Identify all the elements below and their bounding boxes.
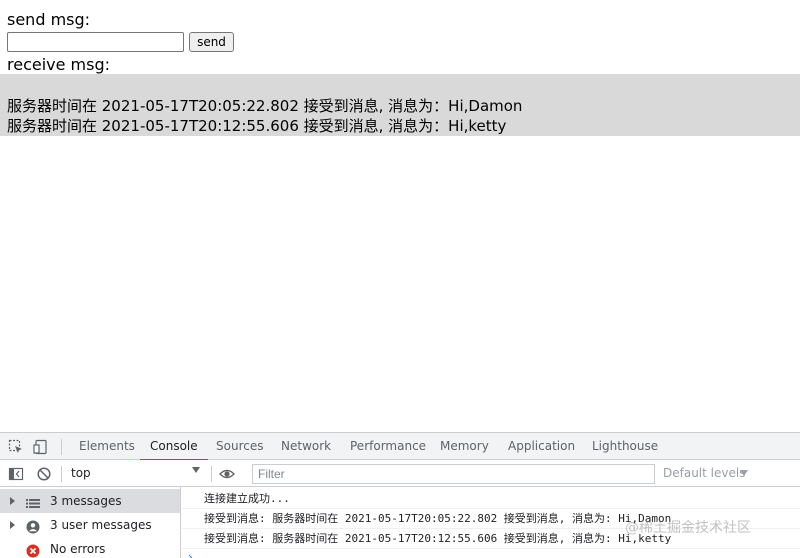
sidebar-item-user-messages[interactable]: 3 user messages	[0, 513, 180, 537]
chevron-down-icon	[192, 467, 200, 473]
toolbar-divider	[61, 439, 62, 455]
devtools-tabbar: Elements Console Sources Network Perform…	[0, 433, 800, 461]
received-message: 服务器时间在 2021-05-17T20:12:55.606 接受到消息, 消息…	[7, 117, 507, 135]
web-page: send msg: send receive msg: 服务器时间在 2021-…	[0, 0, 800, 432]
tab-sources[interactable]: Sources	[216, 433, 263, 460]
tab-lighthouse[interactable]: Lighthouse	[592, 433, 658, 460]
message-input[interactable]	[7, 32, 184, 52]
sidebar-item-label: No errors	[50, 542, 106, 556]
send-button[interactable]: send	[189, 32, 234, 52]
tab-network[interactable]: Network	[281, 433, 331, 460]
toolbar-divider	[61, 466, 62, 482]
filter-input[interactable]	[252, 464, 655, 484]
receive-heading: receive msg:	[7, 55, 111, 74]
inspect-element-icon[interactable]	[8, 439, 24, 455]
device-toolbar-icon[interactable]	[33, 439, 49, 455]
console-log-line: 连接建立成功...	[182, 489, 800, 509]
sidebar-toggle-icon[interactable]	[8, 466, 24, 482]
list-icon	[26, 494, 40, 508]
context-select[interactable]: top	[66, 463, 204, 483]
error-icon	[26, 542, 40, 558]
receive-box: 服务器时间在 2021-05-17T20:05:22.802 接受到消息, 消息…	[0, 74, 800, 136]
devtools-panel: Elements Console Sources Network Perform…	[0, 432, 800, 558]
user-icon	[26, 518, 40, 534]
console-toolbar: top Default levels	[0, 460, 800, 487]
sidebar-item-label: 3 user messages	[50, 518, 152, 532]
eye-icon[interactable]	[219, 466, 235, 482]
sidebar-item-errors[interactable]: No errors	[0, 537, 180, 558]
tab-memory[interactable]: Memory	[440, 433, 489, 460]
send-heading: send msg:	[7, 10, 91, 29]
sidebar-item-messages[interactable]: 3 messages	[0, 489, 180, 513]
tab-application[interactable]: Application	[508, 433, 575, 460]
console-sidebar: 3 messages 3 user messages No errors	[0, 487, 181, 558]
console-prompt-icon[interactable]: ›	[188, 550, 193, 558]
watermark: @稀土掘金技术社区	[625, 520, 751, 536]
clear-console-icon[interactable]	[36, 466, 52, 482]
sidebar-item-label: 3 messages	[50, 494, 122, 508]
toolbar-divider	[211, 466, 212, 482]
received-message: 服务器时间在 2021-05-17T20:05:22.802 接受到消息, 消息…	[7, 97, 523, 115]
expand-arrow-icon	[10, 521, 15, 529]
tab-console[interactable]: Console	[140, 433, 208, 461]
log-levels-dropdown[interactable]: Default levels	[663, 460, 745, 487]
tab-performance[interactable]: Performance	[350, 433, 426, 460]
expand-arrow-icon	[10, 497, 15, 505]
tab-elements[interactable]: Elements	[79, 433, 135, 460]
chevron-down-icon	[740, 470, 748, 476]
